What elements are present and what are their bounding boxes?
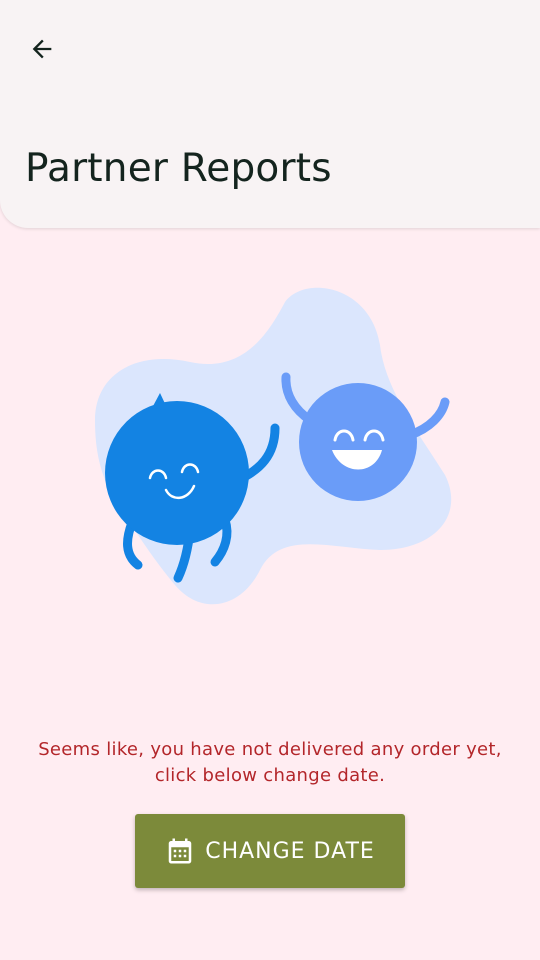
calendar-icon: [168, 838, 192, 864]
page-title: Partner Reports: [25, 146, 332, 191]
change-date-label: CHANGE DATE: [205, 838, 375, 864]
light-blue-blob-character: [299, 383, 417, 501]
back-button[interactable]: [18, 25, 66, 73]
blue-blob-character: [105, 401, 249, 545]
arrow-left-icon: [32, 39, 52, 59]
empty-state-illustration: [80, 280, 460, 620]
change-date-button[interactable]: CHANGE DATE: [135, 814, 405, 888]
app-bar: Partner Reports: [0, 0, 540, 228]
empty-state-message: Seems like, you have not delivered any o…: [38, 739, 502, 786]
